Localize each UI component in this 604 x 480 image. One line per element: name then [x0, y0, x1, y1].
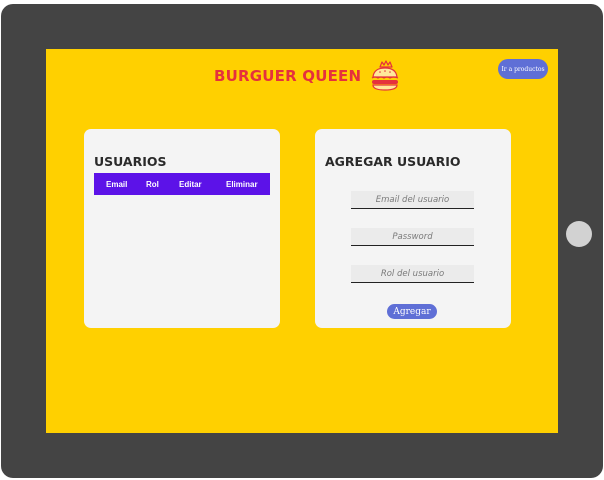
- user-password-input[interactable]: [351, 228, 474, 246]
- column-header-role: Rol: [146, 179, 159, 189]
- app-screen: BURGUER QUEEN Ir a productos USUARIOS Em…: [46, 49, 558, 433]
- column-header-edit: Editar: [179, 179, 202, 189]
- users-panel-title: USUARIOS: [94, 154, 167, 169]
- add-user-panel-title: AGREGAR USUARIO: [325, 154, 461, 169]
- logo-text: BURGUER QUEEN: [214, 67, 362, 85]
- user-email-input[interactable]: [351, 191, 474, 209]
- users-panel: USUARIOS Email Rol Editar Eliminar: [84, 129, 280, 328]
- user-role-input[interactable]: [351, 265, 474, 283]
- column-header-email: Email: [106, 179, 128, 189]
- tablet-home-button[interactable]: [566, 221, 592, 247]
- burger-crown-icon: [371, 60, 399, 91]
- goto-products-button[interactable]: Ir a productos: [498, 59, 548, 79]
- add-user-button[interactable]: Agregar: [387, 304, 437, 319]
- users-table-header: Email Rol Editar Eliminar: [94, 173, 270, 195]
- app-logo: BURGUER QUEEN: [214, 59, 401, 93]
- column-header-delete: Eliminar: [226, 179, 258, 189]
- add-user-panel: AGREGAR USUARIO Agregar: [315, 129, 511, 328]
